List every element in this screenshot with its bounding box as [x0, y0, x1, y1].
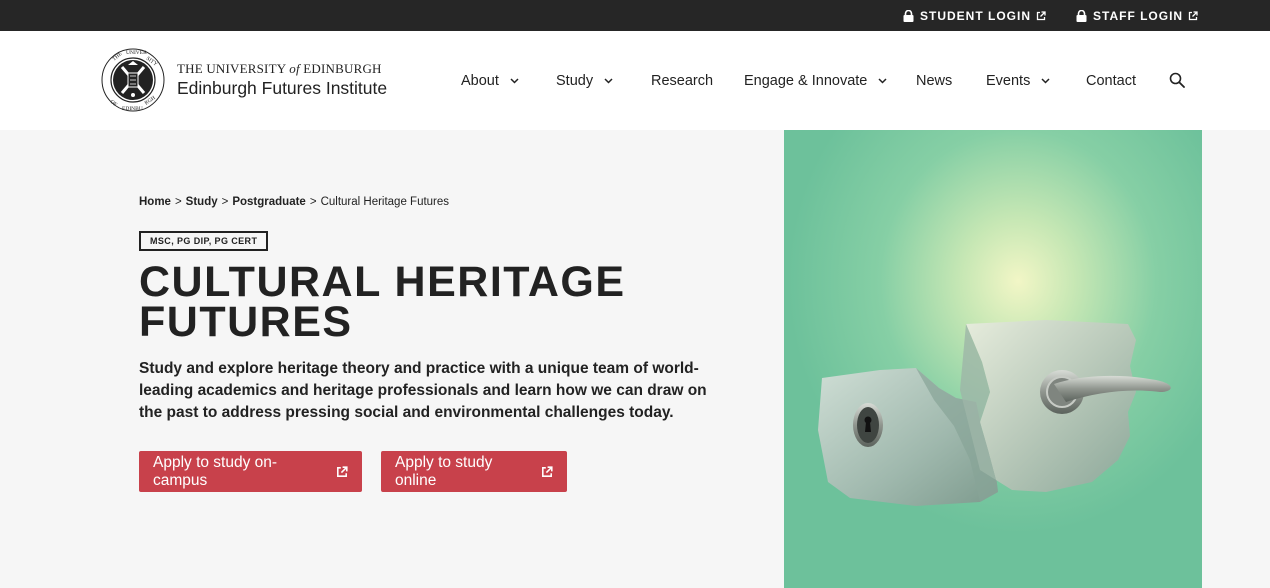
nav-label: Study [556, 72, 594, 89]
external-link-icon [541, 465, 553, 478]
page-title: CULTURAL HERITAGE FUTURES [139, 258, 626, 346]
breadcrumb-home[interactable]: Home [139, 196, 171, 208]
nav-label: Engage & Innovate [744, 72, 868, 89]
svg-text:UNIVER: UNIVER [126, 50, 147, 56]
apply-online-button[interactable]: Apply to study online [381, 451, 567, 492]
svg-text:RGH: RGH [144, 95, 157, 107]
site-header: THE UNIVER SITY OF EDINBU RGH THE UNIVER… [0, 31, 1270, 130]
nav-label: Contact [1086, 72, 1136, 89]
nav-item-about[interactable]: About [461, 31, 519, 130]
hero-description: Study and explore heritage theory and pr… [139, 360, 707, 421]
breadcrumb-separator: > [221, 196, 229, 208]
breadcrumb-separator: > [174, 196, 182, 208]
nav-label: About [461, 72, 499, 89]
breadcrumb-study[interactable]: Study [186, 196, 218, 208]
nav-item-engage-innovate[interactable]: Engage & Innovate [744, 31, 887, 130]
staff-login-link[interactable]: STAFF LOGIN [1076, 0, 1198, 31]
lock-icon [1076, 9, 1087, 22]
breadcrumb-separator: > [309, 196, 317, 208]
breadcrumb: Home > Study > Postgraduate > Cultural Heritag… [139, 196, 449, 208]
staff-login-label: STAFF LOGIN [1093, 8, 1184, 23]
chevron-down-icon [604, 77, 613, 84]
university-crest-icon: THE UNIVER SITY OF EDINBU RGH [101, 48, 165, 112]
logo-text: THE UNIVERSITY of EDINBURGH Edinburgh Fu… [177, 61, 387, 99]
chevron-down-icon [1041, 77, 1050, 84]
search-icon[interactable] [1169, 72, 1185, 88]
nav-label: Research [651, 72, 714, 89]
logo-university-name: THE UNIVERSITY of EDINBURGH [177, 61, 382, 76]
site-logo[interactable]: THE UNIVER SITY OF EDINBU RGH THE UNIVER… [100, 47, 387, 113]
nav-item-contact[interactable]: Contact [1086, 31, 1136, 130]
button-label: Apply to study on-campus [153, 453, 278, 489]
logo-institute-name: Edinburgh Futures Institute [177, 78, 388, 98]
nav-item-news[interactable]: News [916, 31, 952, 130]
qualification-badge: MSC, PG DIP, PG CERT [139, 231, 269, 251]
external-link-icon [336, 465, 348, 478]
nav-item-study[interactable]: Study [556, 31, 613, 130]
lock-icon [903, 9, 914, 22]
button-label: Apply to study online [395, 453, 493, 489]
nav-item-events[interactable]: Events [986, 31, 1050, 130]
nav-label: Events [986, 72, 1031, 89]
student-login-label: STUDENT LOGIN [920, 8, 1031, 23]
hero-image [784, 130, 1202, 588]
breadcrumb-current: Cultural Heritage Futures [320, 196, 450, 208]
breadcrumb-postgraduate[interactable]: Postgraduate [232, 196, 306, 208]
chevron-down-icon [878, 77, 887, 84]
chevron-down-icon [510, 77, 519, 84]
student-login-link[interactable]: STUDENT LOGIN [903, 0, 1046, 31]
external-link-icon [1036, 10, 1046, 21]
svg-text:EDINBU: EDINBU [122, 106, 143, 112]
external-link-icon [1188, 10, 1198, 21]
utility-bar: STUDENT LOGIN STAFF LOGIN [0, 0, 1270, 31]
apply-on-campus-button[interactable]: Apply to study on-campus [139, 451, 362, 492]
nav-label: News [916, 72, 953, 89]
nav-item-research[interactable]: Research [651, 31, 713, 130]
